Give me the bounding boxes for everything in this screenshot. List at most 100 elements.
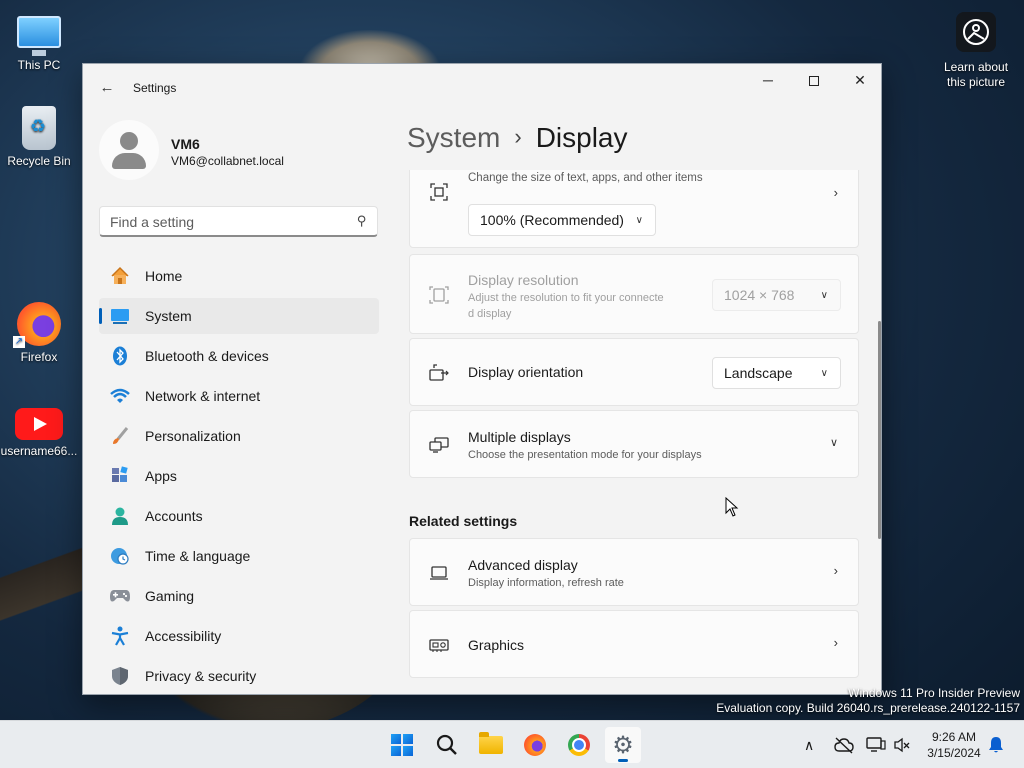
back-arrow-icon[interactable]: ← [95, 76, 119, 100]
advanced-display-card[interactable]: Advanced display Display information, re… [409, 538, 859, 606]
speaker-muted-icon [894, 737, 910, 753]
scale-card[interactable]: Change the size of text, apps, and other… [409, 170, 859, 248]
accessibility-icon [109, 625, 131, 647]
orientation-value: Landscape [724, 365, 793, 381]
sidebar-item-privacy[interactable]: Privacy & security [99, 658, 379, 694]
settings-window: ← Settings ─ ✕ VM6 VM6@collabnet.local ⚲… [82, 63, 882, 695]
wifi-icon [109, 385, 131, 407]
watermark-line2: Evaluation copy. Build 26040.rs_prerelea… [716, 701, 1020, 715]
monitor-tray-icon [866, 737, 886, 752]
sidebar-item-home[interactable]: Home [99, 258, 379, 294]
chrome-taskbar-button[interactable] [561, 727, 597, 763]
maximize-button[interactable] [791, 64, 837, 96]
orientation-icon [428, 362, 450, 384]
recycle-bin-icon: ♻ [22, 106, 56, 150]
sidebar-item-time-language[interactable]: Time & language [99, 538, 379, 574]
sidebar-item-label: Accounts [145, 508, 203, 524]
user-name: VM6 [171, 136, 200, 152]
desktop-icon-this-pc[interactable]: This PC [0, 10, 78, 72]
sidebar-item-label: Privacy & security [145, 668, 257, 684]
desktop-icon-youtube[interactable]: username66... [0, 400, 78, 458]
taskbar-clock[interactable]: 9:26 AM 3/15/2024 [918, 729, 990, 761]
monitor-icon [109, 305, 131, 327]
chevron-right-icon: › [833, 563, 838, 578]
scale-icon [428, 181, 450, 203]
youtube-icon [15, 408, 63, 440]
firefox-icon: ↗ [13, 302, 61, 348]
desktop-icon-label: This PC [17, 58, 61, 72]
folder-icon [479, 732, 503, 754]
desktop-icon-recycle-bin[interactable]: ♻ Recycle Bin [0, 106, 78, 168]
sidebar-item-label: System [145, 308, 192, 324]
desktop-icon-label: Recycle Bin [7, 154, 71, 168]
orientation-title: Display orientation [468, 364, 584, 380]
file-explorer-button[interactable] [473, 727, 509, 763]
sidebar-item-accessibility[interactable]: Accessibility [99, 618, 379, 654]
sidebar-item-label: Accessibility [145, 628, 222, 644]
network-status[interactable] [834, 721, 854, 768]
avatar [99, 120, 159, 180]
learn-about-picture-button[interactable]: Learn about this picture [936, 12, 1016, 90]
notifications-button[interactable] [988, 721, 1004, 768]
app-title: Settings [133, 81, 177, 95]
sidebar-item-label: Bluetooth & devices [145, 348, 269, 364]
minimize-button[interactable]: ─ [745, 64, 791, 96]
advanced-display-subtitle: Display information, refresh rate [468, 577, 624, 589]
breadcrumb: System › Display [407, 122, 628, 154]
user-email: VM6@collabnet.local [171, 154, 284, 168]
related-settings-heading: Related settings [409, 513, 518, 529]
display-status[interactable] [866, 721, 886, 768]
multiple-displays-card[interactable]: Multiple displays Choose the presentatio… [409, 410, 859, 478]
desktop-icon-firefox[interactable]: ↗ Firefox [0, 302, 78, 364]
show-hidden-icons-button[interactable]: ∧ [804, 721, 814, 768]
sidebar-item-bluetooth[interactable]: Bluetooth & devices [99, 338, 379, 374]
taskbar-search-button[interactable] [429, 727, 465, 763]
sidebar-item-network[interactable]: Network & internet [99, 378, 379, 414]
bell-icon [989, 737, 1003, 753]
volume-status[interactable] [893, 721, 911, 768]
chevron-down-icon: ∨ [829, 437, 838, 449]
laptop-icon [428, 562, 450, 584]
user-card[interactable]: VM6 VM6@collabnet.local [99, 120, 379, 184]
resolution-subtitle-1: Adjust the resolution to fit your connec… [468, 292, 664, 304]
start-button[interactable] [384, 727, 420, 763]
resolution-value: 1024 × 768 [724, 287, 795, 303]
search-icon[interactable]: ⚲ [357, 213, 367, 229]
title-bar[interactable]: ← Settings ─ ✕ [83, 64, 881, 112]
sidebar-item-label: Personalization [145, 428, 241, 444]
resolution-title: Display resolution [468, 272, 579, 288]
sidebar-item-apps[interactable]: Apps [99, 458, 379, 494]
home-icon [109, 265, 131, 287]
graphics-card[interactable]: Graphics › [409, 610, 859, 678]
bluetooth-icon [109, 345, 131, 367]
sidebar-item-accounts[interactable]: Accounts [99, 498, 379, 534]
search-input[interactable] [110, 214, 340, 230]
sidebar-item-personalization[interactable]: Personalization [99, 418, 379, 454]
firefox-icon [524, 734, 546, 756]
evaluation-watermark: Windows 11 Pro Insider Preview Evaluatio… [716, 686, 1020, 716]
search-icon [436, 734, 457, 755]
orientation-dropdown[interactable]: Landscape ∨ [712, 357, 841, 389]
monitor-icon [17, 16, 61, 48]
scale-dropdown[interactable]: 100% (Recommended) ∨ [468, 204, 656, 236]
main-content[interactable]: Change the size of text, apps, and other… [409, 170, 859, 694]
monitor-stand [32, 50, 46, 56]
chevron-down-icon: ∨ [820, 289, 828, 301]
desktop-icon-label: username66... [0, 444, 78, 458]
main-scrollbar[interactable] [878, 321, 881, 539]
sidebar-item-gaming[interactable]: Gaming [99, 578, 379, 614]
orientation-card[interactable]: Display orientation Landscape ∨ [409, 338, 859, 406]
brush-icon [109, 425, 131, 447]
firefox-taskbar-button[interactable] [517, 727, 553, 763]
person-icon [109, 505, 131, 527]
settings-taskbar-button[interactable]: ⚙ [605, 727, 641, 763]
cloud-off-icon [834, 737, 854, 754]
sidebar-item-label: Apps [145, 468, 177, 484]
close-button[interactable]: ✕ [837, 64, 881, 96]
sidebar-item-label: Network & internet [145, 388, 261, 404]
sidebar-item-system[interactable]: System [99, 298, 379, 334]
breadcrumb-parent[interactable]: System [407, 122, 500, 153]
graphics-card-icon [428, 634, 450, 656]
search-box[interactable]: ⚲ [99, 206, 378, 237]
multiple-displays-subtitle: Choose the presentation mode for your di… [468, 449, 702, 461]
